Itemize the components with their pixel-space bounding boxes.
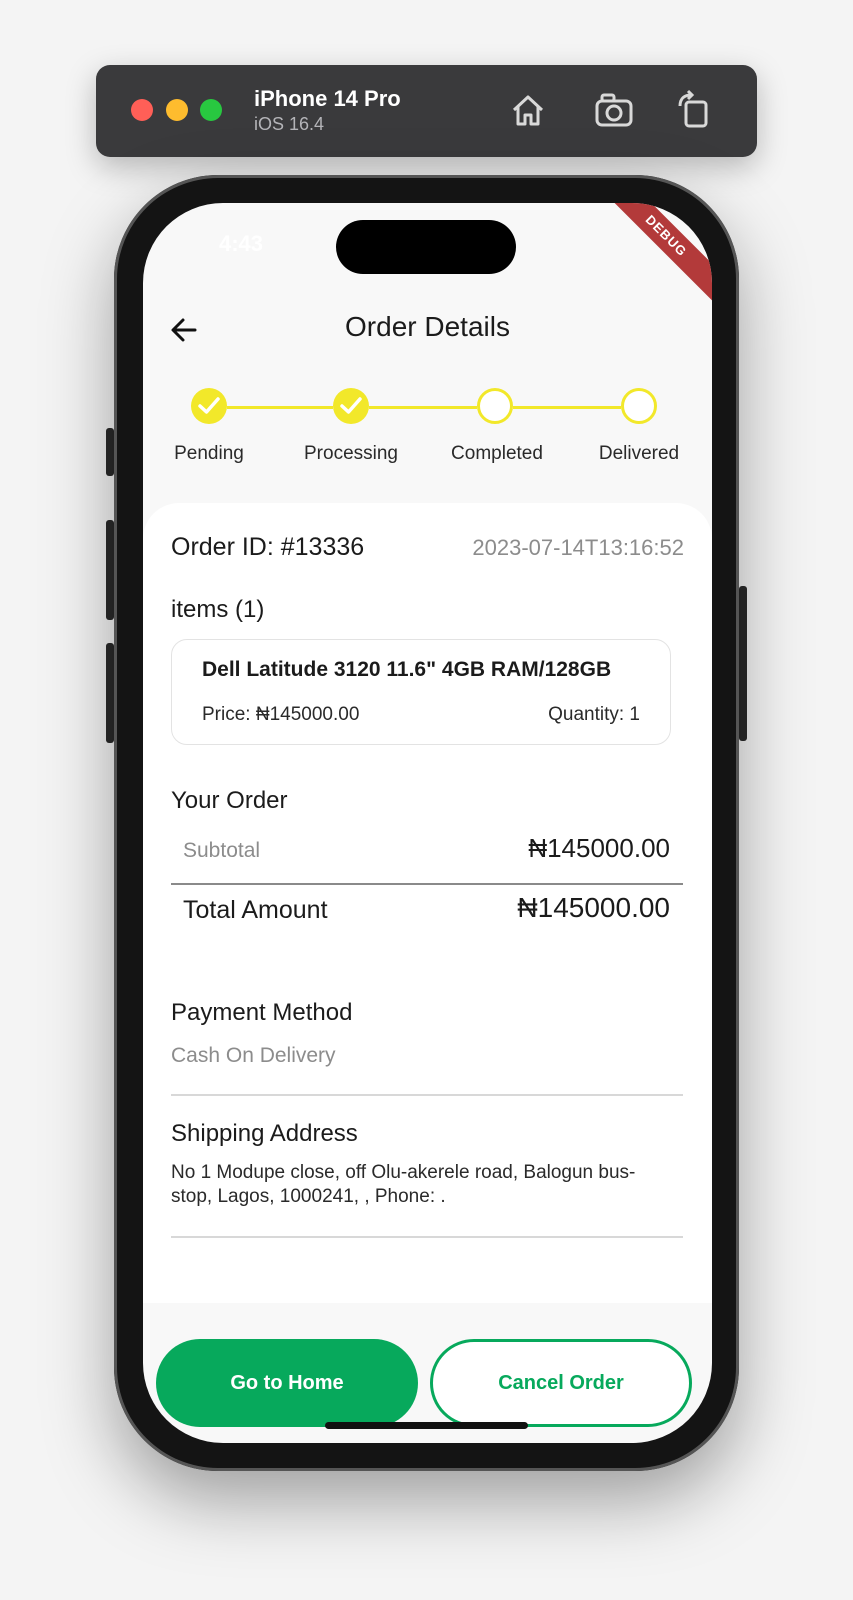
item-quantity: Quantity: 1: [548, 704, 640, 725]
simulator-toolbar: [96, 65, 757, 157]
payment-method-title: Payment Method: [171, 999, 353, 1026]
items-title: items (1): [171, 596, 265, 623]
summary-divider: [171, 883, 683, 885]
item-price: Price: ₦145000.00: [202, 704, 360, 725]
power-button: [739, 586, 747, 741]
shipping-address-value: No 1 Modupe close, off Olu-akerele road,…: [171, 1162, 636, 1207]
payment-divider: [171, 1094, 683, 1096]
subtotal-value: ₦145000.00: [528, 833, 670, 863]
your-order-title: Your Order: [171, 787, 288, 814]
zoom-window-button[interactable]: [200, 99, 222, 121]
step-pending-check: [191, 388, 227, 424]
home-indicator: [325, 1422, 528, 1429]
simulator-os-version: iOS 16.4: [254, 114, 325, 134]
close-window-button[interactable]: [131, 99, 153, 121]
page-title: Order Details: [345, 311, 510, 342]
step-label-completed: Completed: [451, 443, 543, 464]
payment-method-value: Cash On Delivery: [171, 1044, 336, 1067]
step-connector: [227, 406, 333, 409]
volume-down-button: [106, 643, 114, 743]
volume-up-button: [106, 520, 114, 620]
step-label-processing: Processing: [304, 443, 398, 464]
cancel-order-button[interactable]: Cancel Order: [430, 1339, 692, 1427]
step-processing-check: [333, 388, 369, 424]
total-label: Total Amount: [183, 896, 328, 924]
check-icon: [198, 397, 220, 414]
go-to-home-button[interactable]: Go to Home: [156, 1339, 418, 1427]
rotate-icon[interactable]: [672, 88, 716, 132]
simulator-device-name: iPhone 14 Pro: [254, 86, 401, 111]
order-id: Order ID: #13336: [171, 533, 365, 561]
step-label-pending: Pending: [174, 443, 244, 464]
shipping-divider: [171, 1236, 683, 1238]
subtotal-label: Subtotal: [183, 839, 261, 862]
status-time: 4:43: [219, 231, 264, 256]
shipping-address-title: Shipping Address: [171, 1120, 358, 1147]
item-name: Dell Latitude 3120 11.6" 4GB RAM/128GB: [202, 658, 612, 681]
dynamic-island: [336, 220, 516, 274]
check-icon: [340, 397, 362, 414]
step-label-delivered: Delivered: [598, 443, 680, 464]
step-completed-circle: [477, 388, 513, 424]
list-item[interactable]: Dell Latitude 3120 11.6" 4GB RAM/128GB P…: [171, 639, 671, 745]
minimize-window-button[interactable]: [166, 99, 188, 121]
total-value: ₦145000.00: [517, 892, 670, 923]
screenshot-icon[interactable]: [592, 88, 636, 132]
step-connector: [369, 406, 477, 409]
phone-screen: 4:43 DEBUG Order Details Pending Process…: [143, 203, 712, 1443]
step-connector: [513, 406, 621, 409]
order-date: 2023-07-14T13:16:52: [472, 535, 684, 560]
step-delivered-circle: [621, 388, 657, 424]
action-button: [106, 428, 114, 476]
home-icon[interactable]: [506, 88, 550, 132]
